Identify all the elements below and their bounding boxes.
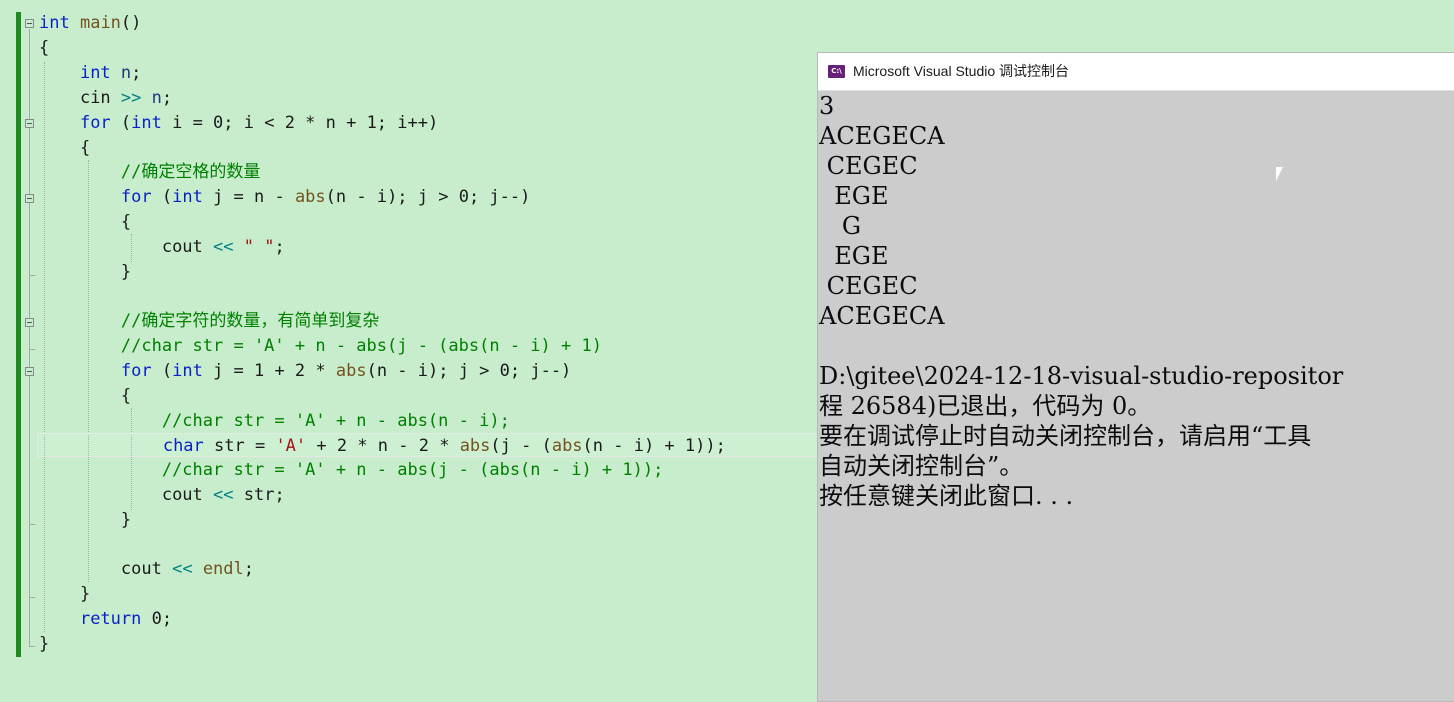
console-line: 3: [819, 92, 835, 120]
console-line: 程 26584)已退出，代码为 0。: [819, 392, 1152, 420]
console-line: G: [819, 212, 862, 240]
console-line: ACEGECA: [819, 302, 945, 330]
console-output[interactable]: 3 ACEGECA CEGEC EGE G EGE CEGEC ACEGECA …: [818, 91, 1454, 691]
vs-console-icon: C:\: [828, 65, 845, 78]
code-line-14[interactable]: for (int j = 1 + 2 * abs(n - i); j > 0; …: [39, 359, 571, 383]
code-line-10[interactable]: cout << " ";: [39, 235, 285, 259]
fold-end: [29, 349, 35, 350]
console-line: ACEGECA: [819, 122, 945, 150]
console-line: EGE: [819, 182, 889, 210]
code-line-2[interactable]: {: [39, 36, 49, 60]
fold-end: [29, 597, 35, 598]
code-line-7[interactable]: //确定空格的数量: [39, 160, 260, 184]
code-line-24[interactable]: }: [39, 632, 49, 656]
console-line: CEGEC: [819, 152, 918, 180]
console-title-bar[interactable]: C:\ Microsoft Visual Studio 调试控制台: [818, 53, 1454, 91]
collapse-for-space-icon[interactable]: [25, 194, 34, 203]
change-tracking-bar: [16, 12, 21, 657]
code-line-6[interactable]: {: [39, 136, 90, 160]
mouse-cursor-icon: [1276, 167, 1288, 181]
console-line: 按任意键关闭此窗口. . .: [819, 482, 1074, 510]
code-line-21[interactable]: cout << endl;: [39, 557, 254, 581]
console-title: Microsoft Visual Studio 调试控制台: [853, 63, 1070, 79]
code-line-16[interactable]: //char str = 'A' + n - abs(n - i);: [39, 409, 510, 433]
collapse-main-icon[interactable]: [25, 19, 34, 28]
code-line-18[interactable]: //char str = 'A' + n - abs(j - (abs(n - …: [39, 458, 664, 482]
code-line-23[interactable]: return 0;: [39, 607, 172, 631]
code-line-19[interactable]: cout << str;: [39, 483, 285, 507]
fold-end: [29, 524, 35, 525]
code-line-20[interactable]: }: [39, 508, 131, 532]
code-line-5[interactable]: for (int i = 0; i < 2 * n + 1; i++): [39, 111, 438, 135]
code-line-4[interactable]: cin >> n;: [39, 86, 172, 110]
console-line: D:\gitee\2024-12-18-visual-studio-reposi…: [819, 362, 1344, 390]
code-line-1[interactable]: int main(): [39, 11, 141, 35]
collapse-for-char-icon[interactable]: [25, 367, 34, 376]
code-line-13[interactable]: //char str = 'A' + n - abs(j - (abs(n - …: [39, 334, 602, 358]
fold-end: [29, 275, 35, 276]
debug-console-window[interactable]: C:\ Microsoft Visual Studio 调试控制台 3 ACEG…: [817, 52, 1454, 702]
code-line-12[interactable]: //确定字符的数量，有简单到复杂: [39, 309, 379, 333]
code-line-8[interactable]: for (int j = n - abs(n - i); j > 0; j--): [39, 185, 530, 209]
fold-end: [29, 646, 35, 647]
code-line-9[interactable]: {: [39, 210, 131, 234]
console-line: CEGEC: [819, 272, 918, 300]
code-line-22[interactable]: }: [39, 582, 90, 606]
console-line: EGE: [819, 242, 889, 270]
console-line: 要在调试停止时自动关闭控制台，请启用“工具: [819, 422, 1312, 450]
collapse-comment-icon[interactable]: [25, 318, 34, 327]
code-line-11[interactable]: }: [39, 260, 131, 284]
collapse-for-outer-icon[interactable]: [25, 119, 34, 128]
code-line-15[interactable]: {: [39, 384, 131, 408]
code-line-3[interactable]: int n;: [39, 61, 141, 85]
console-line: 自动关闭控制台”。: [819, 452, 1024, 480]
